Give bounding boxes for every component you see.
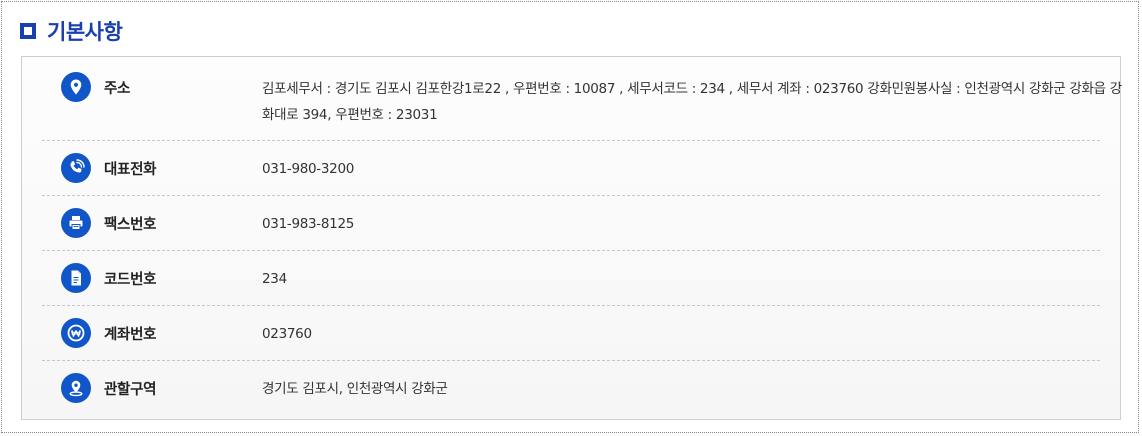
row-label: 대표전화 xyxy=(104,162,157,178)
info-row-account: 계좌번호 023760 xyxy=(42,306,1100,361)
info-box: 주소 김포세무서 : 경기도 김포시 김포한강1로22 , 우편번호 : 100… xyxy=(21,56,1122,420)
row-label: 코드번호 xyxy=(104,272,157,288)
won-currency-icon xyxy=(61,318,91,348)
row-value: 023760 xyxy=(262,326,312,342)
row-label: 주소 xyxy=(104,81,131,97)
phone-icon xyxy=(61,153,91,183)
row-value: 경기도 김포시, 인천광역시 강화군 xyxy=(262,381,448,397)
row-value: 031-980-3200 xyxy=(262,161,355,177)
row-label: 관할구역 xyxy=(104,382,157,398)
row-value: 234 xyxy=(262,271,287,287)
jurisdiction-pin-icon xyxy=(61,373,91,403)
row-label: 계좌번호 xyxy=(104,327,157,343)
row-value: 031-983-8125 xyxy=(262,216,355,232)
section-bullet-icon xyxy=(20,23,36,39)
document-icon xyxy=(61,263,91,293)
section-title: 기본사항 xyxy=(47,20,123,44)
section-header: 기본사항 xyxy=(20,16,123,46)
info-row-code: 코드번호 234 xyxy=(42,251,1100,306)
fax-printer-icon xyxy=(61,208,91,238)
info-row-address: 주소 김포세무서 : 경기도 김포시 김포한강1로22 , 우편번호 : 100… xyxy=(42,57,1122,141)
content-frame: 기본사항 주소 김포세무서 : 경기도 김포시 김포한강1로22 , 우편번호 … xyxy=(1,1,1139,433)
location-pin-icon xyxy=(61,72,91,102)
info-row-fax: 팩스번호 031-983-8125 xyxy=(42,196,1100,251)
row-value: 김포세무서 : 경기도 김포시 김포한강1로22 , 우편번호 : 10087 … xyxy=(262,81,1122,123)
info-row-jurisdiction: 관할구역 경기도 김포시, 인천광역시 강화군 xyxy=(42,361,1100,419)
row-label: 팩스번호 xyxy=(104,217,157,233)
info-row-phone: 대표전화 031-980-3200 xyxy=(42,141,1100,196)
